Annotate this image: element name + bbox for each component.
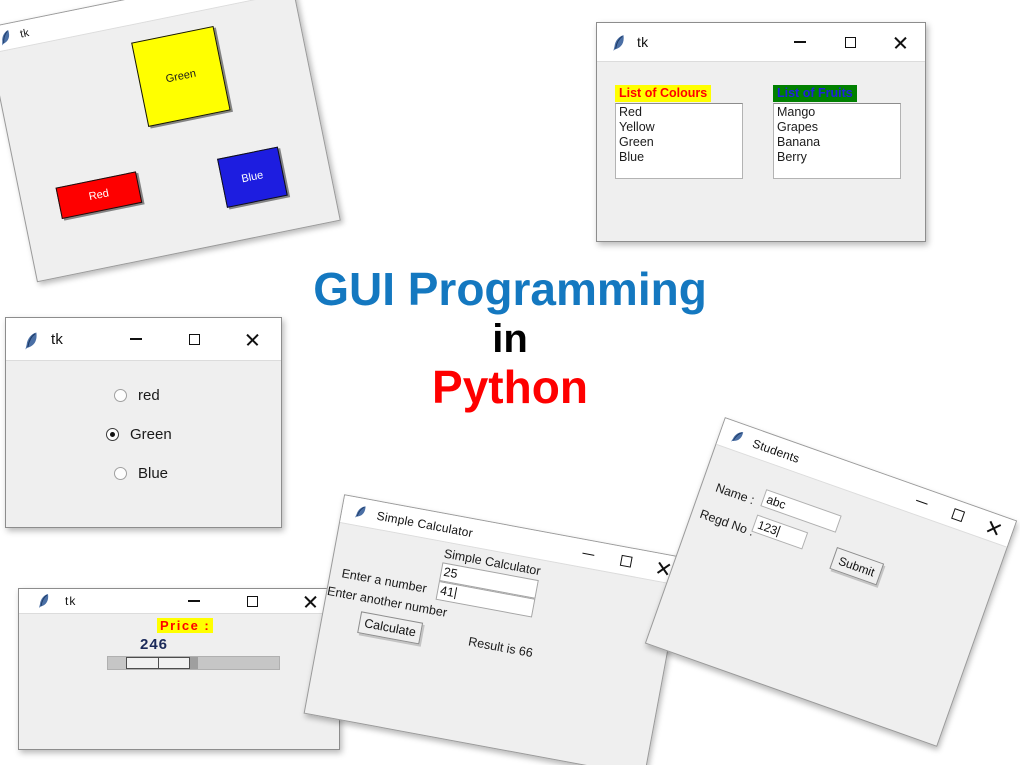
window-price-scale[interactable]: tk Price : 246 bbox=[18, 588, 340, 750]
radio-circle-selected-icon[interactable] bbox=[106, 428, 119, 441]
list-item[interactable]: Yellow bbox=[618, 120, 742, 135]
radio-option-blue[interactable]: Blue bbox=[6, 454, 281, 493]
green-button[interactable]: Green bbox=[131, 25, 231, 127]
price-slider[interactable] bbox=[107, 656, 280, 670]
list-item[interactable]: Green bbox=[618, 135, 742, 150]
minimize-icon[interactable] bbox=[188, 0, 226, 12]
feather-icon bbox=[353, 503, 370, 521]
radio-label: red bbox=[138, 387, 160, 404]
radio-option-red[interactable]: red bbox=[6, 376, 281, 415]
window-title: tk bbox=[637, 34, 649, 50]
list-item[interactable]: Blue bbox=[618, 150, 742, 165]
title-bar: tk bbox=[19, 589, 339, 614]
title-bar: tk bbox=[6, 318, 281, 361]
calculate-button[interactable]: Calculate bbox=[357, 611, 424, 645]
feather-icon bbox=[729, 427, 748, 447]
fruits-listbox[interactable]: Mango Grapes Banana Berry bbox=[773, 103, 901, 179]
maximize-icon[interactable] bbox=[165, 318, 223, 360]
colours-listbox[interactable]: Red Yellow Green Blue bbox=[615, 103, 743, 179]
feather-icon bbox=[0, 28, 14, 46]
window-client-area: red Green Blue bbox=[6, 361, 281, 493]
maximize-icon[interactable] bbox=[605, 544, 647, 577]
first-number-value: 25 bbox=[442, 564, 459, 582]
title-bar-left: tk bbox=[597, 34, 649, 51]
slider-thumb[interactable] bbox=[126, 657, 190, 669]
list-item[interactable]: Mango bbox=[776, 105, 900, 120]
title-bar-left: Students bbox=[718, 424, 802, 467]
slider-trough bbox=[190, 657, 198, 669]
radio-circle-icon[interactable] bbox=[114, 389, 127, 402]
window-title: Students bbox=[750, 435, 802, 466]
window-controls bbox=[107, 318, 281, 360]
window-radiobuttons[interactable]: tk red Green Blue bbox=[5, 317, 282, 528]
close-icon[interactable] bbox=[875, 23, 925, 61]
window-controls bbox=[567, 538, 684, 585]
window-controls bbox=[165, 589, 339, 613]
minimize-icon[interactable] bbox=[567, 538, 609, 571]
price-value: 246 bbox=[140, 636, 169, 653]
blue-button[interactable]: Blue bbox=[217, 146, 288, 208]
window-title: Simple Calculator bbox=[375, 508, 475, 540]
name-label: Name : bbox=[713, 480, 757, 508]
list-item[interactable]: Berry bbox=[776, 150, 900, 165]
feather-icon bbox=[37, 593, 51, 609]
red-button[interactable]: Red bbox=[55, 171, 143, 220]
minimize-icon[interactable] bbox=[107, 318, 165, 360]
feather-icon bbox=[23, 331, 37, 350]
window-simple-calculator[interactable]: Simple Calculator Simple Calculator Ente… bbox=[303, 494, 686, 765]
radio-circle-icon[interactable] bbox=[114, 467, 127, 480]
name-value: abc bbox=[764, 492, 788, 512]
maximize-icon[interactable] bbox=[222, 0, 260, 5]
maximize-icon[interactable] bbox=[223, 589, 281, 613]
list-item[interactable]: Grapes bbox=[776, 120, 900, 135]
slide-canvas: tk Green Red Blue tk List of Colours Red… bbox=[0, 0, 1020, 765]
second-number-label: Enter another number bbox=[326, 583, 449, 620]
fruits-heading: List of Fruits bbox=[773, 85, 857, 102]
radio-label: Green bbox=[130, 426, 172, 443]
minimize-icon[interactable] bbox=[165, 589, 223, 613]
title-bar: tk bbox=[597, 23, 925, 62]
colours-heading: List of Colours bbox=[615, 85, 712, 102]
window-title: tk bbox=[51, 330, 64, 348]
maximize-icon[interactable] bbox=[825, 23, 875, 61]
window-listboxes[interactable]: tk List of Colours Red Yellow Green Blue… bbox=[596, 22, 926, 242]
window-title: tk bbox=[19, 26, 31, 41]
window-controls bbox=[188, 0, 293, 12]
window-title: tk bbox=[65, 594, 77, 608]
title-bar-left: tk bbox=[19, 593, 76, 609]
list-item[interactable]: Banana bbox=[776, 135, 900, 150]
title-bar-left: Simple Calculator bbox=[341, 501, 474, 541]
radio-label: Blue bbox=[138, 465, 169, 482]
headline-line-1: GUI Programming bbox=[313, 263, 707, 315]
submit-button[interactable]: Submit bbox=[829, 547, 885, 586]
title-bar-left: tk bbox=[6, 330, 64, 350]
regd-no-label: Regd No : bbox=[698, 506, 756, 539]
list-item[interactable]: Red bbox=[618, 105, 742, 120]
price-label: Price : bbox=[157, 618, 214, 633]
close-icon[interactable] bbox=[971, 509, 1016, 547]
window-colour-buttons[interactable]: tk Green Red Blue bbox=[0, 0, 341, 283]
second-number-value: 41 bbox=[439, 583, 456, 600]
colours-column: List of Colours Red Yellow Green Blue bbox=[615, 84, 743, 179]
close-icon[interactable] bbox=[223, 318, 281, 360]
title-bar-left: tk bbox=[0, 25, 31, 49]
calculator-result: Result is 66 bbox=[467, 634, 534, 661]
minimize-icon[interactable] bbox=[775, 23, 825, 61]
feather-icon bbox=[611, 34, 625, 51]
fruits-column: List of Fruits Mango Grapes Banana Berry bbox=[773, 84, 901, 179]
window-controls bbox=[899, 483, 1015, 547]
radio-option-green[interactable]: Green bbox=[6, 415, 281, 454]
window-client-area: Price : 246 bbox=[19, 614, 339, 670]
window-students[interactable]: Students Name : Regd No : abc 123 Submit bbox=[644, 417, 1018, 747]
window-controls bbox=[775, 23, 925, 61]
